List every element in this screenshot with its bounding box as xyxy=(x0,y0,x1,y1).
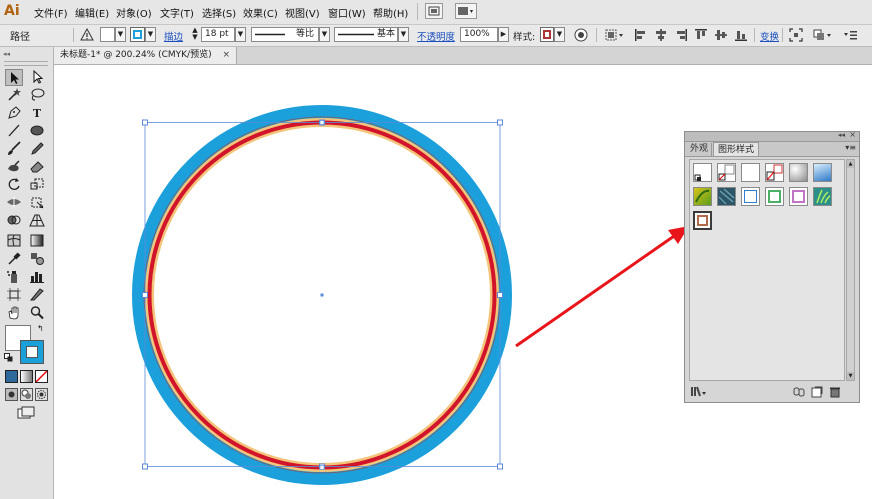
style-blank-swatch[interactable] xyxy=(741,163,760,182)
graphic-styles-libraries-icon[interactable] xyxy=(690,386,708,398)
resize-handle xyxy=(497,463,503,470)
center-point xyxy=(320,293,324,297)
break-link-icon[interactable] xyxy=(793,386,805,398)
style-purple-outline-swatch[interactable] xyxy=(789,187,808,206)
resize-handle xyxy=(497,119,503,126)
resize-handle xyxy=(142,463,148,470)
panel-scrollbar[interactable]: ▲ ▼ xyxy=(846,159,855,381)
panel-options-menu-icon[interactable]: ▾≡ xyxy=(845,143,856,152)
new-graphic-style-icon[interactable] xyxy=(811,386,823,398)
anchor-point xyxy=(319,465,325,470)
style-blue-gradient-swatch[interactable] xyxy=(813,163,832,182)
style-green-outline-swatch[interactable] xyxy=(765,187,784,206)
panel-collapse-icon[interactable]: ◂◂ xyxy=(838,131,845,139)
panel-tab-bar: 外观 图形样式 ▾≡ xyxy=(685,142,859,157)
tab-graphic-styles[interactable]: 图形样式 xyxy=(713,142,760,156)
resize-handle xyxy=(142,119,148,126)
tab-appearance[interactable]: 外观 xyxy=(687,143,713,156)
annotation-arrow xyxy=(515,226,689,348)
style-new-ring-swatch[interactable] xyxy=(693,211,712,230)
delete-style-icon[interactable] xyxy=(829,386,841,398)
style-leaf-pattern-swatch[interactable] xyxy=(693,187,712,206)
style-none-swatch[interactable] xyxy=(717,163,736,182)
graphic-styles-panel: ◂◂ × 外观 图形样式 ▾≡ ▲ ▼ xyxy=(684,130,860,403)
panel-title-bar[interactable]: ◂◂ × xyxy=(685,130,859,142)
style-default-swatch[interactable] xyxy=(693,163,712,182)
style-blue-outline-swatch[interactable] xyxy=(741,187,760,206)
styles-list xyxy=(689,159,845,381)
style-red-none-swatch[interactable] xyxy=(765,163,784,182)
style-green-grass-swatch[interactable] xyxy=(813,187,832,206)
style-gray-gradient-swatch[interactable] xyxy=(789,163,808,182)
resize-handle xyxy=(497,292,503,298)
style-teal-texture-swatch[interactable] xyxy=(717,187,736,206)
anchor-point xyxy=(319,120,325,125)
panel-close-icon[interactable]: × xyxy=(849,130,856,139)
resize-handle xyxy=(142,292,148,298)
